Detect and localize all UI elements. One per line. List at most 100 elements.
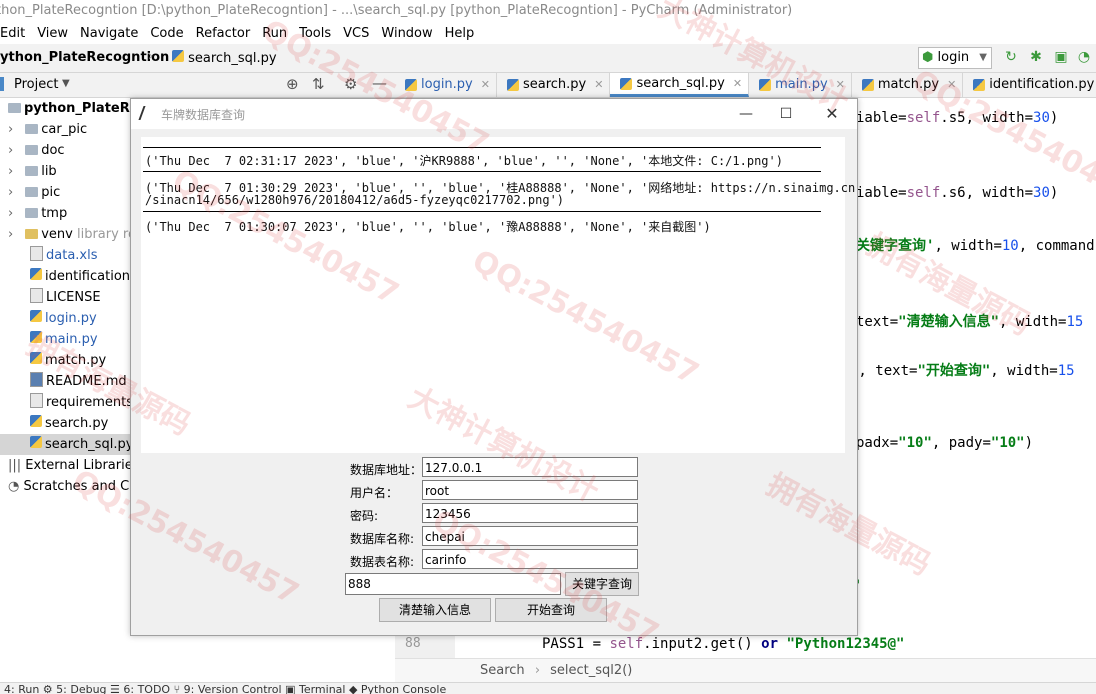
tree-item-venv[interactable]: ›venv library ro (0, 224, 130, 245)
breadcrumb-class[interactable]: Search (480, 663, 525, 678)
db-name-input[interactable]: chepai (422, 526, 638, 546)
python-file-icon (30, 310, 42, 322)
tab-match[interactable]: match.py ✕ (852, 73, 964, 97)
tool-window-bar: 4: Run ⚙ 5: Debug ☰ 6: TODO ⑂ 9: Version… (0, 682, 1096, 694)
code-line: 5, text="开始查询", width=15 (850, 363, 1075, 379)
db-host-label: 数据库地址： (350, 463, 423, 477)
result-row-continued: /sinacn14/656/w1280h976/20180412/a6d5-fy… (145, 193, 565, 207)
code-line: PASS1 = self.input2.get() or "Python1234… (542, 636, 905, 652)
close-icon[interactable]: ✕ (947, 73, 956, 97)
menu-help[interactable]: Help (439, 26, 481, 41)
project-tree: python_PlateRecc ›car_pic ›doc ›lib ›pic… (0, 98, 130, 658)
project-icon (0, 77, 4, 91)
keyword-input[interactable]: 888 (345, 573, 561, 595)
gear-icon[interactable]: ⚙ (344, 75, 357, 93)
result-row: ('Thu Dec 7 02:31:17 2023', 'blue', '沪KR… (145, 154, 783, 168)
tree-item-main[interactable]: main.py (0, 329, 130, 350)
code-line: iable=self.s6, width=30) (856, 185, 1059, 201)
run-config-select[interactable]: ⬢ login ▼ (918, 47, 992, 69)
close-icon[interactable]: ✕ (817, 103, 847, 125)
password-label: 密码: (350, 509, 379, 523)
debug-bug-icon[interactable]: ✱ (1027, 48, 1045, 66)
tree-item-lib[interactable]: › lib (0, 161, 130, 182)
tab-main[interactable]: main.py ✕ (749, 73, 852, 97)
project-panel-title[interactable]: Project (14, 77, 58, 92)
breadcrumb-method[interactable]: select_sql2() (550, 663, 632, 678)
profile-icon[interactable]: ◔ (1075, 48, 1093, 66)
tree-scratches[interactable]: ◔ Scratches and Cor (0, 476, 130, 497)
tk-feather-icon (138, 106, 156, 120)
python-file-icon (973, 79, 986, 91)
menu-edit[interactable]: Edit (0, 26, 31, 41)
minimize-panel-icon[interactable]: — (372, 74, 387, 92)
chevron-down-icon[interactable]: ▼ (62, 78, 70, 89)
keyword-search-button[interactable]: 关键字查询 (565, 572, 639, 596)
tree-item-pic[interactable]: › pic (0, 182, 130, 203)
menu-run[interactable]: Run (256, 26, 293, 41)
tool-window-buttons[interactable]: 4: Run ⚙ 5: Debug ☰ 6: TODO ⑂ 9: Version… (4, 683, 446, 694)
tree-item-license[interactable]: LICENSE (0, 287, 130, 308)
user-input[interactable]: root (422, 480, 638, 500)
tree-item-doc[interactable]: › doc (0, 140, 130, 161)
password-input[interactable]: 123456 (422, 503, 638, 523)
locate-target-icon[interactable]: ⊕ (286, 75, 299, 93)
menu-vcs[interactable]: VCS (337, 26, 375, 41)
separator-line (143, 171, 821, 172)
chevron-right-icon: › (148, 49, 154, 64)
menu-tools[interactable]: Tools (293, 26, 337, 41)
query-dialog: 车牌数据库查询 — ☐ ✕ ('Thu Dec 7 02:31:17 2023'… (130, 98, 858, 636)
code-line: padx="10", pady="10") (856, 435, 1034, 451)
tree-item-match[interactable]: match.py (0, 350, 130, 371)
menu-refactor[interactable]: Refactor (190, 26, 257, 41)
table-name-input[interactable]: carinfo (422, 549, 638, 569)
db-host-input[interactable]: 127.0.0.1 (422, 457, 638, 477)
chevron-right-icon: › (8, 185, 14, 200)
markdown-file-icon (30, 372, 43, 387)
tree-item-identification[interactable]: identification.p (0, 266, 130, 287)
tab-identification[interactable]: identification.py✕ (963, 73, 1096, 97)
close-icon[interactable]: ✕ (594, 73, 603, 97)
tree-item-tmp[interactable]: › tmp (0, 203, 130, 224)
start-query-button[interactable]: 开始查询 (495, 598, 607, 622)
library-icon: ||| (8, 458, 22, 473)
separator-line (143, 211, 821, 212)
menu-navigate[interactable]: Navigate (74, 26, 144, 41)
folder-icon (8, 103, 21, 113)
file-icon (30, 246, 43, 261)
tree-external-libraries[interactable]: ||| External Libraries (0, 455, 130, 476)
close-icon[interactable]: ✕ (481, 73, 490, 97)
maximize-icon[interactable]: ☐ (771, 103, 801, 125)
run-config-label: login (937, 50, 970, 65)
collapse-all-icon[interactable]: ⇅ (312, 75, 325, 93)
nav-project[interactable]: ython_PlateRecogntion (0, 50, 169, 65)
code-editor[interactable]: iable=self.s5, width=30) iable=self.s6, … (846, 98, 1096, 658)
menu-view[interactable]: View (31, 26, 74, 41)
tree-item-readme[interactable]: README.md (0, 371, 130, 392)
tree-item-login[interactable]: login.py (0, 308, 130, 329)
tree-root[interactable]: python_PlateRecc (0, 98, 130, 119)
close-icon[interactable]: ✕ (733, 72, 742, 96)
clear-input-button[interactable]: 清楚输入信息 (379, 598, 491, 622)
tab-search-sql[interactable]: search_sql.py ✕ (610, 72, 750, 97)
tree-item-data-xls[interactable]: data.xls (0, 245, 130, 266)
tab-search[interactable]: search.py ✕ (497, 73, 611, 97)
python-file-icon (30, 268, 42, 280)
result-row: ('Thu Dec 7 01:30:07 2023', 'blue', '', … (145, 220, 711, 234)
tree-item-car-pic[interactable]: › car_pic (0, 119, 130, 140)
results-textbox[interactable]: ('Thu Dec 7 02:31:17 2023', 'blue', '沪KR… (141, 137, 855, 453)
tree-item-requirements[interactable]: requirements.t (0, 392, 130, 413)
tree-item-search-sql[interactable]: search_sql.py (0, 434, 130, 455)
close-icon[interactable]: ✕ (836, 73, 845, 97)
minimize-icon[interactable]: — (731, 103, 761, 125)
menu-window[interactable]: Window (375, 26, 438, 41)
tree-item-search[interactable]: search.py (0, 413, 130, 434)
menu-code[interactable]: Code (144, 26, 189, 41)
rerun-icon[interactable]: ↻ (1002, 48, 1020, 66)
chevron-right-icon: › (8, 143, 14, 158)
coverage-icon[interactable]: ▣ (1052, 48, 1070, 66)
editor-breadcrumb: Search › select_sql2() (395, 658, 1096, 683)
tab-login[interactable]: login.py ✕ (395, 73, 497, 97)
file-icon (30, 288, 43, 303)
user-label: 用户名： (350, 486, 399, 500)
nav-file[interactable]: search_sql.py (172, 50, 277, 66)
